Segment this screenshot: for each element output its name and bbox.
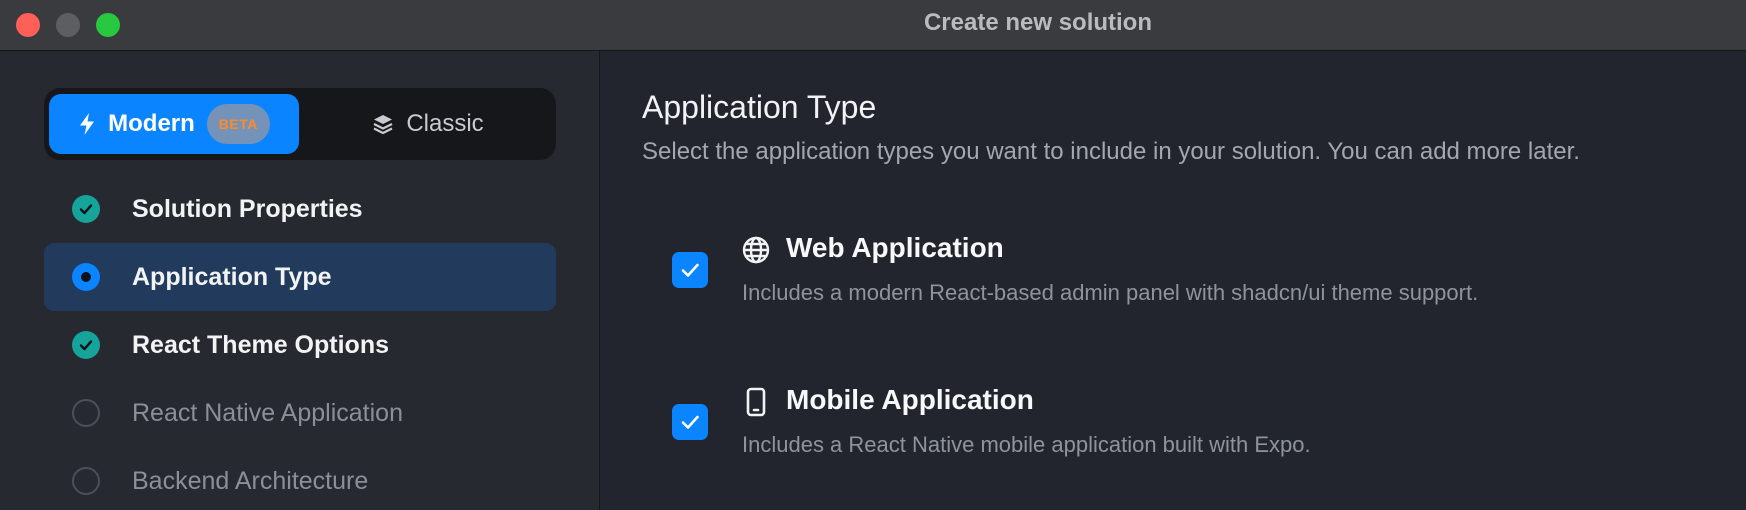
step-solution-properties[interactable]: Solution Properties [44, 175, 556, 243]
step-react-native-application[interactable]: React Native Application [44, 379, 556, 447]
window-title: Create new solution [923, 9, 1153, 36]
modern-mode-label: Modern [108, 110, 195, 137]
current-step-icon [72, 263, 100, 291]
option-description: Includes a modern React-based admin pane… [742, 280, 1479, 305]
step-backend-architecture[interactable]: Backend Architecture [44, 447, 556, 510]
lightning-icon [78, 112, 96, 136]
sidebar: Modern BETA Classic Solution Properties [0, 51, 600, 510]
step-application-type[interactable]: Application Type [44, 243, 556, 311]
step-label: React Native Application [132, 398, 403, 427]
title-bar: Create new solution [0, 0, 1746, 51]
page-description: Select the application types you want to… [642, 138, 1580, 165]
mode-toggle: Modern BETA Classic [44, 88, 556, 160]
mobile-application-checkbox[interactable] [672, 404, 708, 440]
mobile-icon [742, 387, 770, 417]
option-title: Web Application [786, 232, 1004, 263]
check-circle-icon [72, 195, 100, 223]
layers-icon [372, 113, 394, 135]
step-label: React Theme Options [132, 330, 389, 359]
modern-mode-button[interactable]: Modern BETA [49, 94, 299, 154]
step-label: Backend Architecture [132, 466, 369, 495]
classic-mode-button[interactable]: Classic [308, 94, 548, 154]
step-label: Application Type [132, 262, 332, 291]
globe-icon [742, 236, 770, 264]
option-description: Includes a React Native mobile applicati… [742, 432, 1311, 457]
main-panel: Application Type Select the application … [600, 51, 1746, 510]
page-title: Application Type [642, 89, 877, 125]
web-application-checkbox[interactable] [672, 252, 708, 288]
empty-circle-icon [72, 399, 100, 427]
step-react-theme-options[interactable]: React Theme Options [44, 311, 556, 379]
check-circle-icon [72, 331, 100, 359]
option-web-application[interactable]: Web Application Includes a modern React-… [672, 232, 1732, 346]
beta-badge: BETA [206, 104, 270, 144]
step-label: Solution Properties [132, 194, 363, 223]
empty-circle-icon [72, 467, 100, 495]
create-solution-window: Create new solution Modern BETA Classic … [0, 0, 1746, 510]
option-mobile-application[interactable]: Mobile Application Includes a React Nati… [672, 384, 1732, 498]
classic-mode-label: Classic [406, 110, 484, 137]
option-title: Mobile Application [786, 384, 1034, 415]
